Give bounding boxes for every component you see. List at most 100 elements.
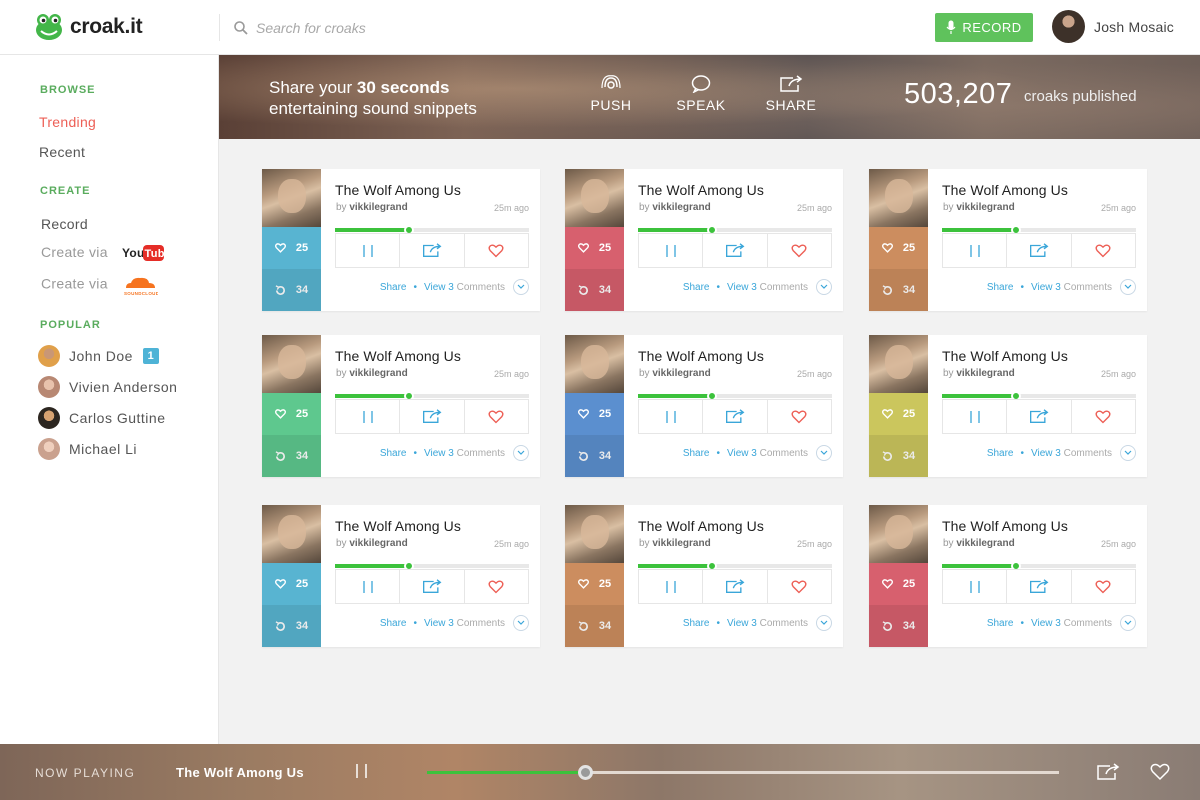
repost-count[interactable]: 34 [565,269,624,311]
croak-thumbnail[interactable] [565,335,624,393]
repost-count[interactable]: 34 [262,269,321,311]
share-button[interactable] [400,570,465,603]
croak-title[interactable]: The Wolf Among Us [638,518,764,534]
like-button[interactable] [768,400,831,433]
croak-progress[interactable] [335,225,529,235]
repost-count[interactable]: 34 [565,605,624,647]
croak-progress[interactable] [335,561,529,571]
share-button[interactable] [1007,234,1072,267]
view-comments-link[interactable]: View 3 Comments [424,618,505,629]
author-link[interactable]: vikkilegrand [349,538,407,549]
croak-title[interactable]: The Wolf Among Us [638,182,764,198]
expand-button[interactable] [513,279,529,295]
share-link[interactable]: Share [683,282,710,293]
like-button[interactable] [465,234,528,267]
croak-progress[interactable] [638,561,832,571]
croak-thumbnail[interactable] [262,505,321,563]
croak-title[interactable]: The Wolf Among Us [638,348,764,364]
share-button[interactable] [400,400,465,433]
share-link[interactable]: Share [380,448,407,459]
share-icon[interactable] [1096,763,1120,781]
pause-button[interactable] [943,400,1008,433]
expand-button[interactable] [513,445,529,461]
repost-count[interactable]: 34 [869,269,928,311]
view-comments-link[interactable]: View 3 Comments [727,282,808,293]
author-link[interactable]: vikkilegrand [956,368,1014,379]
share-link[interactable]: Share [380,282,407,293]
view-comments-link[interactable]: View 3 Comments [727,448,808,459]
like-count[interactable]: 25 [262,227,321,269]
popular-user-john-doe[interactable]: John Doe 1 [38,345,159,367]
expand-button[interactable] [816,279,832,295]
sidebar-item-create-youtube[interactable]: Create via You Tube [41,244,165,262]
croak-title[interactable]: The Wolf Among Us [942,348,1068,364]
croak-thumbnail[interactable] [262,169,321,227]
share-button[interactable] [1007,570,1072,603]
user-menu[interactable]: Josh Mosaic [1052,10,1174,43]
pause-button[interactable] [639,400,704,433]
search-input[interactable] [256,19,556,36]
repost-count[interactable]: 34 [262,435,321,477]
pause-button[interactable] [336,234,401,267]
expand-button[interactable] [1120,445,1136,461]
like-button[interactable] [768,234,831,267]
croak-progress[interactable] [942,225,1136,235]
like-count[interactable]: 25 [565,393,624,435]
croak-progress[interactable] [638,391,832,401]
author-link[interactable]: vikkilegrand [652,368,710,379]
popular-user-vivien-anderson[interactable]: Vivien Anderson [38,376,177,398]
like-count[interactable]: 25 [262,563,321,605]
pause-button[interactable] [943,570,1008,603]
like-button[interactable] [465,570,528,603]
pause-button[interactable] [336,400,401,433]
author-link[interactable]: vikkilegrand [652,202,710,213]
like-count[interactable]: 25 [565,227,624,269]
popular-user-carlos-guttine[interactable]: Carlos Guttine [38,407,165,429]
like-button[interactable] [1072,570,1135,603]
share-button[interactable] [1007,400,1072,433]
popular-user-michael-li[interactable]: Michael Li [38,438,137,460]
push-action[interactable]: PUSH [581,75,641,113]
view-comments-link[interactable]: View 3 Comments [424,448,505,459]
view-comments-link[interactable]: View 3 Comments [727,618,808,629]
share-link[interactable]: Share [683,618,710,629]
author-link[interactable]: vikkilegrand [349,368,407,379]
speak-action[interactable]: SPEAK [671,75,731,113]
croak-title[interactable]: The Wolf Among Us [335,518,461,534]
pause-button[interactable] [336,570,401,603]
like-count[interactable]: 25 [869,227,928,269]
croak-title[interactable]: The Wolf Among Us [942,182,1068,198]
croak-title[interactable]: The Wolf Among Us [335,348,461,364]
pause-icon[interactable] [354,763,370,779]
view-comments-link[interactable]: View 3 Comments [1031,448,1112,459]
croak-thumbnail[interactable] [869,505,928,563]
croak-thumbnail[interactable] [869,169,928,227]
like-button[interactable] [1072,400,1135,433]
share-link[interactable]: Share [987,448,1014,459]
expand-button[interactable] [513,615,529,631]
croak-thumbnail[interactable] [565,169,624,227]
share-button[interactable] [703,234,768,267]
view-comments-link[interactable]: View 3 Comments [1031,282,1112,293]
croak-thumbnail[interactable] [565,505,624,563]
view-comments-link[interactable]: View 3 Comments [424,282,505,293]
croak-progress[interactable] [638,225,832,235]
author-link[interactable]: vikkilegrand [349,202,407,213]
expand-button[interactable] [1120,615,1136,631]
expand-button[interactable] [816,445,832,461]
croak-title[interactable]: The Wolf Among Us [335,182,461,198]
record-button[interactable]: RECORD [935,13,1033,42]
like-button[interactable] [465,400,528,433]
share-action[interactable]: SHARE [761,75,821,113]
croak-progress[interactable] [942,391,1136,401]
croak-title[interactable]: The Wolf Among Us [942,518,1068,534]
like-count[interactable]: 25 [869,563,928,605]
player-scrubber[interactable] [578,765,593,780]
share-link[interactable]: Share [380,618,407,629]
author-link[interactable]: vikkilegrand [956,202,1014,213]
share-link[interactable]: Share [987,618,1014,629]
expand-button[interactable] [1120,279,1136,295]
repost-count[interactable]: 34 [565,435,624,477]
croak-progress[interactable] [942,561,1136,571]
pause-button[interactable] [639,570,704,603]
